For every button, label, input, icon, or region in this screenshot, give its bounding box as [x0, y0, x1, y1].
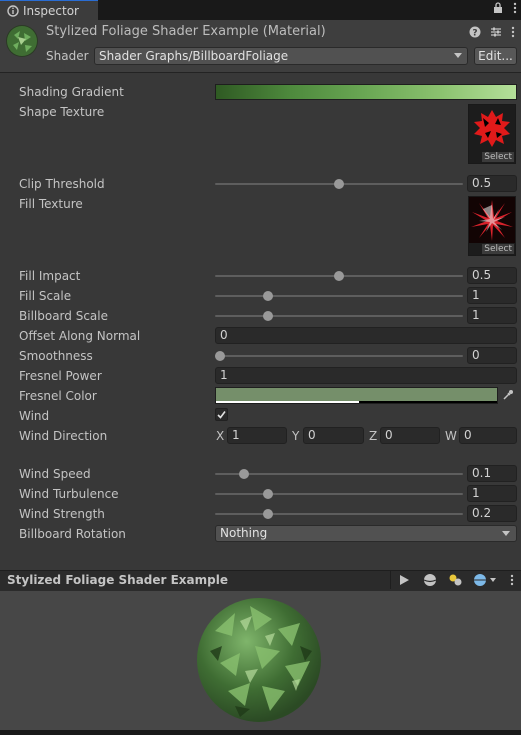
slider-handle[interactable]	[263, 489, 273, 499]
fill-scale-field[interactable]: 1	[467, 287, 517, 304]
billboard-scale-slider[interactable]	[215, 308, 463, 324]
wind-z-field[interactable]: 0	[380, 427, 440, 444]
fill-texture-slot[interactable]: Select	[468, 196, 516, 256]
wind-turbulence-label: Wind Turbulence	[19, 487, 119, 501]
tab-title: Inspector	[23, 3, 79, 18]
chevron-down-icon	[454, 53, 462, 58]
chevron-down-icon	[502, 531, 510, 536]
slider-track[interactable]	[215, 513, 463, 515]
wind-w-label: W	[445, 429, 457, 443]
wind-speed-field[interactable]: 0.1	[467, 465, 517, 482]
sphere-icon[interactable]	[423, 573, 437, 587]
alpha-bar	[216, 401, 359, 403]
lighting-icon[interactable]	[448, 573, 464, 587]
material-thumbnail	[6, 25, 38, 57]
wind-x-label: X	[216, 429, 225, 443]
clip-threshold-field[interactable]: 0.5	[467, 175, 517, 192]
fill-impact-slider[interactable]	[215, 268, 463, 284]
alpha-bar-empty	[359, 401, 497, 403]
wind-checkbox[interactable]	[215, 408, 228, 421]
wind-x-field[interactable]: 1	[227, 427, 287, 444]
wind-turbulence-slider[interactable]	[215, 486, 463, 502]
billboard-scale-label: Billboard Scale	[19, 309, 108, 323]
wind-turbulence-field[interactable]: 1	[467, 485, 517, 502]
fill-scale-label: Fill Scale	[19, 289, 72, 303]
help-icon[interactable]: ?	[469, 26, 481, 38]
wind-speed-slider[interactable]	[215, 466, 463, 482]
checkmark-icon	[217, 411, 226, 419]
preset-icon[interactable]	[490, 26, 502, 38]
shader-label: Shader	[46, 49, 89, 63]
offset-along-normal-label: Offset Along Normal	[19, 329, 141, 343]
slider-track[interactable]	[215, 295, 463, 297]
wind-y-field[interactable]: 0	[303, 427, 364, 444]
bottom-bar	[0, 730, 521, 735]
inspector-icon	[7, 4, 19, 17]
slider-track[interactable]	[215, 493, 463, 495]
wind-label: Wind	[19, 409, 50, 423]
fill-texture-select[interactable]: Select	[482, 244, 514, 254]
shading-gradient-field[interactable]	[215, 84, 517, 100]
skybox-icon[interactable]	[473, 573, 497, 587]
slider-handle[interactable]	[239, 469, 249, 479]
fill-texture-thumb	[469, 197, 515, 243]
wind-w-field[interactable]: 0	[459, 427, 517, 444]
eyedropper-icon[interactable]	[502, 389, 514, 401]
slider-handle[interactable]	[215, 351, 225, 361]
billboard-scale-field[interactable]: 1	[467, 307, 517, 324]
fill-impact-field[interactable]: 0.5	[467, 267, 517, 284]
slider-handle[interactable]	[334, 179, 344, 189]
wind-strength-slider[interactable]	[215, 506, 463, 522]
slider-track[interactable]	[215, 315, 463, 317]
billboard-rotation-dropdown[interactable]: Nothing	[215, 525, 517, 542]
clip-threshold-label: Clip Threshold	[19, 177, 105, 191]
play-icon[interactable]	[398, 574, 410, 586]
fill-impact-label: Fill Impact	[19, 269, 81, 283]
fill-texture-label: Fill Texture	[19, 197, 83, 211]
wind-z-label: Z	[369, 429, 378, 443]
wind-y-label: Y	[292, 429, 300, 443]
slider-handle[interactable]	[263, 311, 273, 321]
fresnel-color-swatch[interactable]	[215, 387, 498, 404]
edit-shader-button[interactable]: Edit...	[474, 47, 517, 65]
wind-speed-label: Wind Speed	[19, 467, 91, 481]
material-title: Stylized Foliage Shader Example (Materia…	[46, 24, 326, 39]
wind-strength-label: Wind Strength	[19, 507, 105, 521]
more-icon[interactable]	[513, 2, 517, 14]
shape-texture-label: Shape Texture	[19, 105, 105, 119]
fresnel-color-label: Fresnel Color	[19, 389, 97, 403]
clip-threshold-slider[interactable]	[215, 176, 463, 192]
fresnel-power-label: Fresnel Power	[19, 369, 102, 383]
billboard-rotation-value: Nothing	[220, 526, 268, 540]
smoothness-label: Smoothness	[19, 349, 93, 363]
svg-text:?: ?	[472, 29, 477, 39]
slider-track[interactable]	[215, 355, 463, 357]
slider-handle[interactable]	[263, 509, 273, 519]
more-icon[interactable]	[510, 574, 514, 586]
fresnel-power-field[interactable]: 1	[215, 367, 517, 384]
more-icon[interactable]	[511, 26, 515, 38]
shape-texture-thumb	[474, 110, 510, 147]
smoothness-slider[interactable]	[215, 348, 463, 364]
wind-direction-label: Wind Direction	[19, 429, 108, 443]
shading-gradient-label: Shading Gradient	[19, 85, 124, 99]
preview-sphere	[197, 598, 321, 722]
slider-handle[interactable]	[334, 271, 344, 281]
offset-along-normal-field[interactable]: 0	[215, 327, 517, 344]
preview-area[interactable]	[0, 591, 521, 730]
billboard-rotation-label: Billboard Rotation	[19, 527, 126, 541]
fill-scale-slider[interactable]	[215, 288, 463, 304]
shape-texture-select[interactable]: Select	[482, 152, 514, 162]
lock-icon[interactable]	[493, 2, 503, 14]
preview-title: Stylized Foliage Shader Example	[7, 573, 228, 587]
slider-handle[interactable]	[263, 291, 273, 301]
shader-value: Shader Graphs/BillboardFoliage	[99, 49, 289, 63]
wind-strength-field[interactable]: 0.2	[467, 505, 517, 522]
tab-inspector[interactable]: Inspector	[0, 0, 98, 20]
smoothness-field[interactable]: 0	[467, 347, 517, 364]
slider-track[interactable]	[215, 473, 463, 475]
shader-dropdown[interactable]: Shader Graphs/BillboardFoliage	[94, 47, 468, 65]
shape-texture-slot[interactable]: Select	[468, 104, 516, 164]
